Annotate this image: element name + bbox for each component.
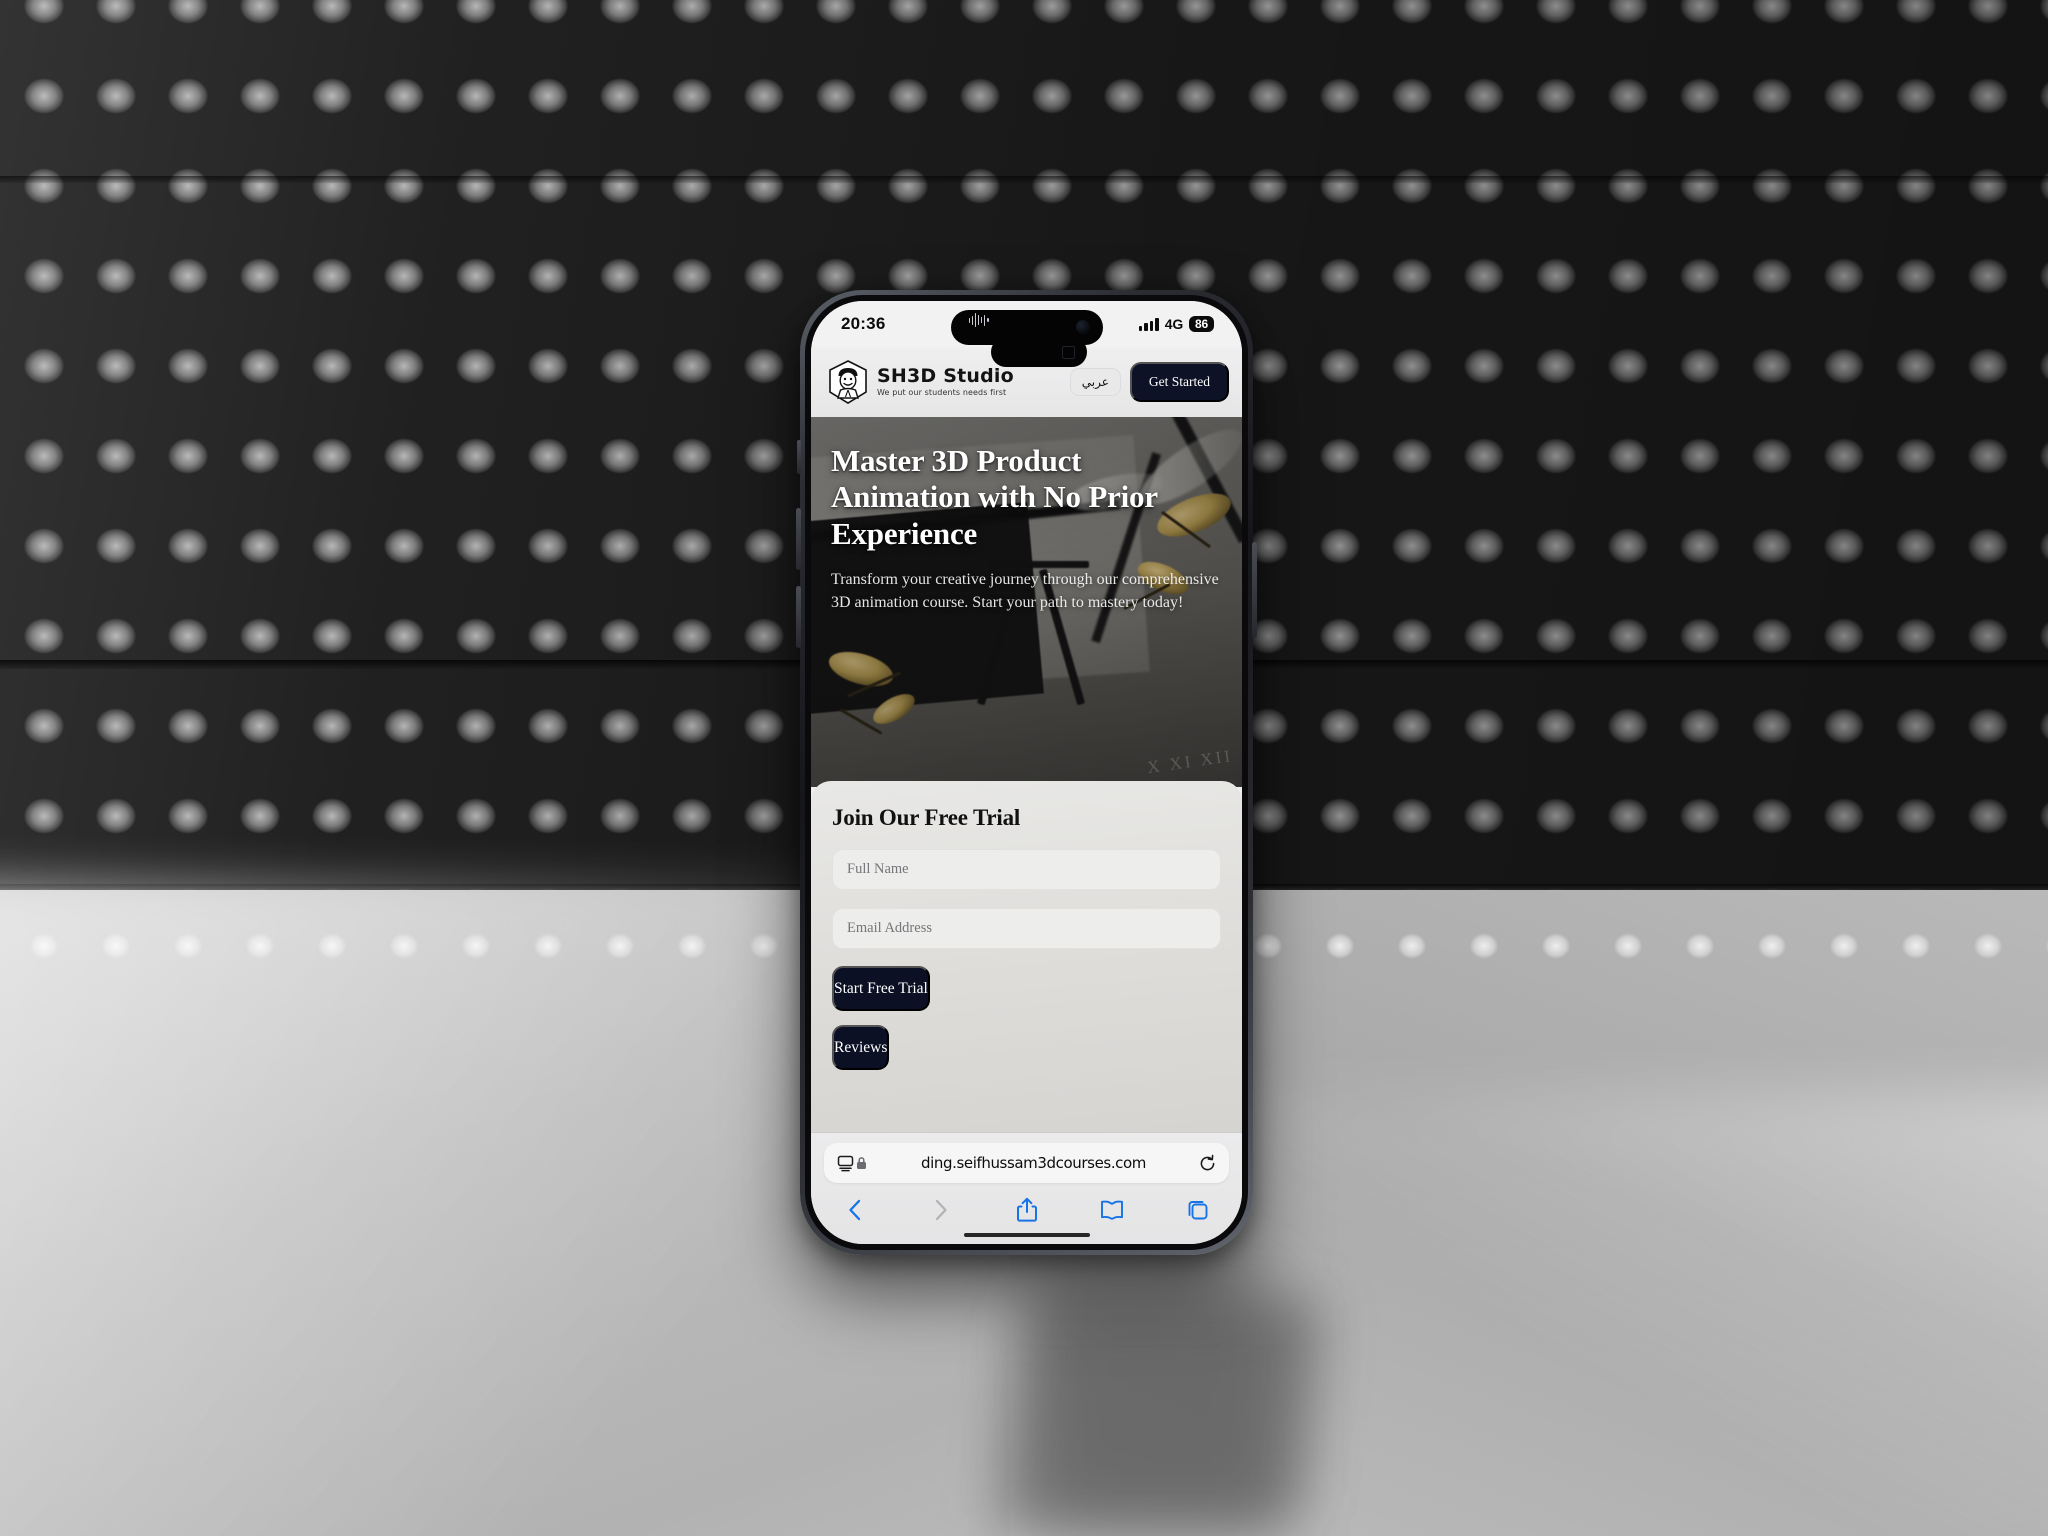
url-text: ding.seifhussam3dcourses.com (920, 1154, 1147, 1172)
audio-waveform-icon (968, 313, 989, 327)
reviews-button-label: Reviews (834, 1038, 888, 1056)
panel-seam-upper (0, 176, 2048, 183)
forward-button[interactable] (924, 1195, 958, 1225)
phone-screen: 20:36 4G 86 SH3D Studio We put our stude… (811, 301, 1242, 1244)
back-button[interactable] (838, 1195, 872, 1225)
reviews-button[interactable]: Reviews (832, 1025, 890, 1070)
browser-toolbar (824, 1183, 1229, 1225)
home-indicator (963, 1232, 1090, 1237)
email-address-field[interactable]: Email Address (832, 908, 1221, 949)
lock-icon (855, 1155, 868, 1171)
light-wash-right (1248, 1090, 2048, 1536)
volume-up-button[interactable] (796, 508, 801, 570)
email-address-placeholder: Email Address (847, 920, 932, 936)
start-free-trial-button[interactable]: Start Free Trial (832, 966, 930, 1011)
brand-tagline: We put our students needs first (877, 388, 1007, 397)
get-started-button[interactable]: Get Started (1129, 362, 1229, 402)
tabs-button[interactable] (1181, 1195, 1215, 1225)
iphone-device: 20:36 4G 86 SH3D Studio We put our stude… (796, 290, 1257, 1255)
hero-content: Master 3D Product Animation with No Prio… (811, 417, 1242, 614)
silent-switch[interactable] (797, 440, 801, 474)
language-toggle-button[interactable]: عربي (1069, 368, 1121, 396)
header-actions: عربي Get Started (1069, 362, 1229, 402)
phone-cast-shadow (995, 1300, 1325, 1530)
power-button[interactable] (1252, 542, 1257, 638)
status-indicators: 4G 86 (1138, 315, 1214, 333)
full-name-field[interactable]: Full Name (832, 849, 1221, 890)
status-time: 20:36 (841, 314, 886, 333)
brand-name: SH3D Studio (877, 365, 1014, 387)
address-bar[interactable]: ding.seifhussam3dcourses.com (824, 1143, 1229, 1183)
share-button[interactable] (1010, 1195, 1044, 1225)
hero-subtitle: Transform your creative journey through … (831, 570, 1219, 611)
bookmarks-button[interactable] (1095, 1195, 1129, 1225)
phone-bezel: 20:36 4G 86 SH3D Studio We put our stude… (805, 295, 1248, 1250)
brand-text: SH3D Studio We put our students needs fi… (877, 367, 1014, 397)
brand-lockup[interactable]: SH3D Studio We put our students needs fi… (827, 359, 1014, 405)
trial-heading: Join Our Free Trial (832, 805, 1021, 830)
volume-down-button[interactable] (796, 586, 801, 648)
network-type-label: 4G (1164, 316, 1184, 332)
sh3d-studio-logo-icon (827, 359, 869, 405)
full-name-placeholder: Full Name (847, 861, 909, 877)
safari-bottom-bar: ding.seifhussam3dcourses.com (811, 1132, 1242, 1244)
hero-section: X XI XII Master 3D Product Animation wit… (811, 417, 1242, 787)
scene: 20:36 4G 86 SH3D Studio We put our stude… (0, 0, 2048, 1536)
page-settings-icon[interactable] (836, 1154, 855, 1173)
cellular-signal-icon (1138, 318, 1159, 331)
reload-icon[interactable] (1198, 1154, 1217, 1173)
free-trial-card: Join Our Free Trial Full Name Email Addr… (811, 781, 1242, 1132)
hero-title: Master 3D Product Animation with No Prio… (831, 443, 1158, 551)
battery-badge-icon: 86 (1189, 315, 1214, 333)
